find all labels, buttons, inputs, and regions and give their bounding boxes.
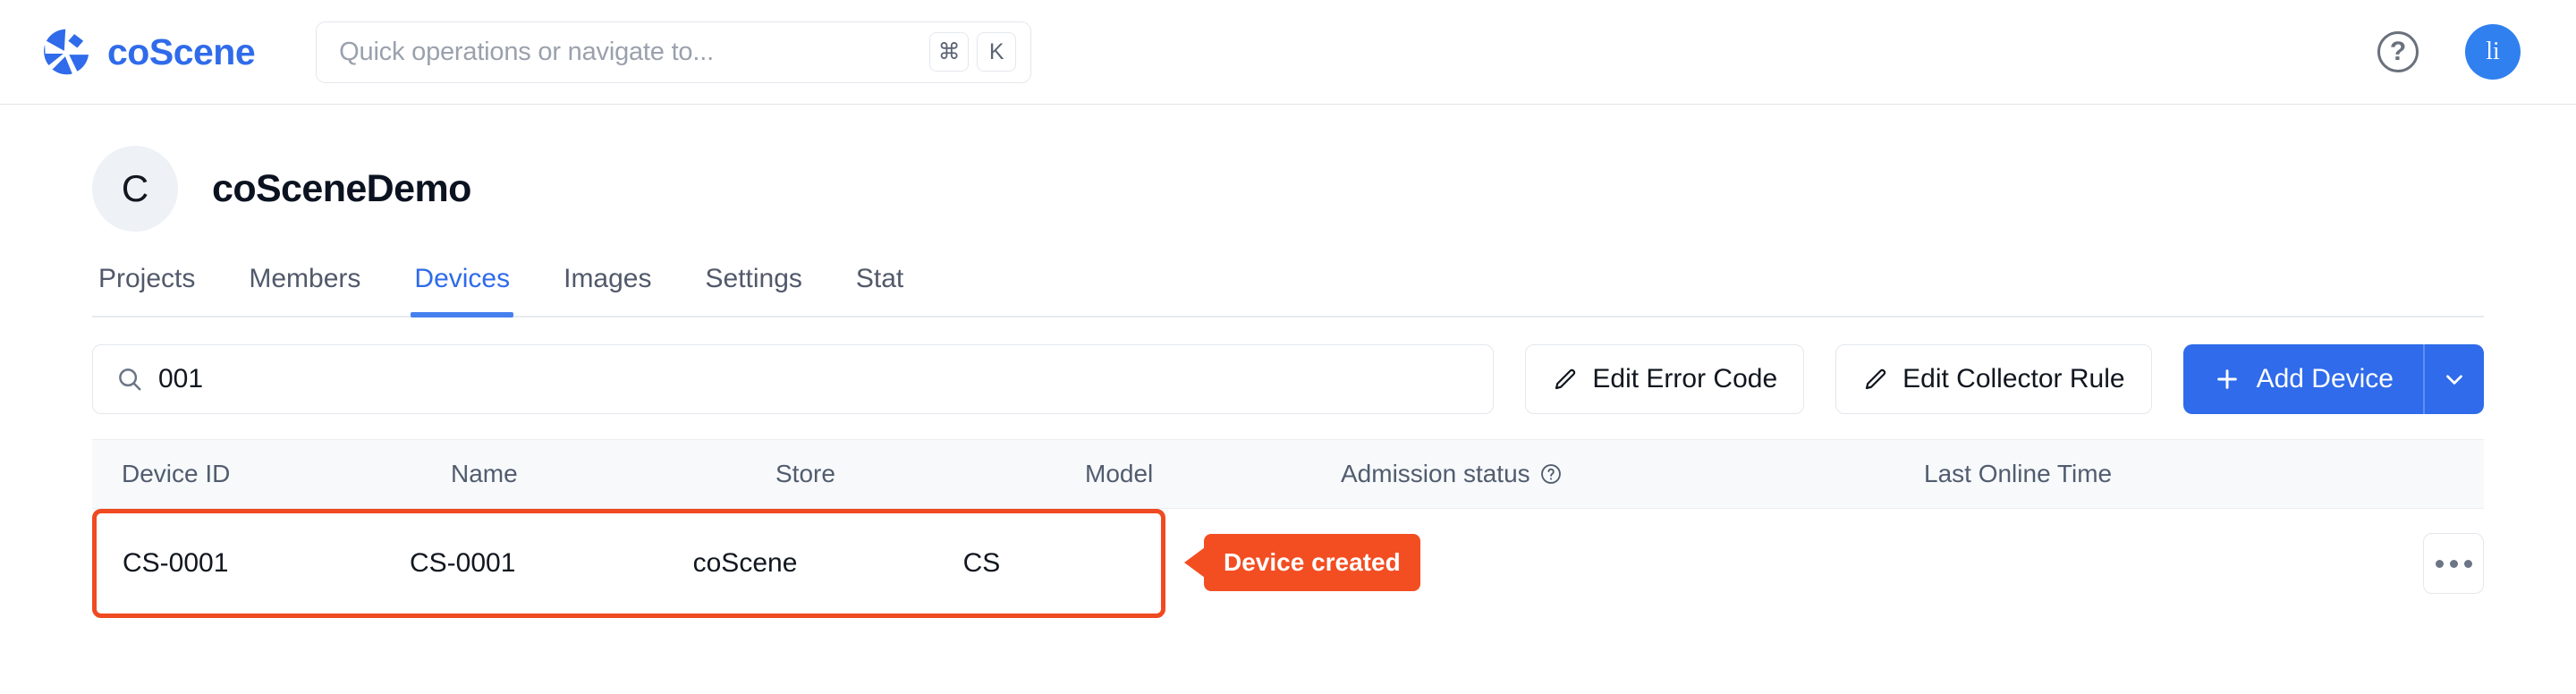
table-row[interactable]: CS-0001 CS-0001 coScene CS xyxy=(92,509,1165,618)
edit-collector-rule-button[interactable]: Edit Collector Rule xyxy=(1835,344,2152,414)
tab-devices[interactable]: Devices xyxy=(387,264,537,317)
help-circle-icon[interactable] xyxy=(1539,462,1563,486)
column-header-last-online-time[interactable]: Last Online Time xyxy=(1894,460,2323,488)
edit-error-code-label: Edit Error Code xyxy=(1592,364,1778,394)
kbd-k-key: K xyxy=(977,32,1017,72)
kbd-command-key: ⌘ xyxy=(929,32,970,72)
add-device-dropdown-toggle[interactable] xyxy=(2423,344,2484,414)
plus-icon xyxy=(2216,369,2237,389)
organization-header: C coSceneDemo xyxy=(92,105,2484,232)
edit-error-code-button[interactable]: Edit Error Code xyxy=(1525,344,1805,414)
coscene-aperture-icon xyxy=(44,29,89,75)
add-device-split-button: Add Device xyxy=(2182,344,2484,414)
global-search-input[interactable]: Quick operations or navigate to... ⌘ K xyxy=(316,21,1032,83)
dot-icon xyxy=(2435,559,2444,568)
top-navigation-bar: coScene Quick operations or navigate to.… xyxy=(0,0,2576,105)
global-search-placeholder: Quick operations or navigate to... xyxy=(339,37,714,66)
user-avatar[interactable]: li xyxy=(2465,24,2521,80)
organization-avatar: C xyxy=(92,146,178,232)
column-header-store[interactable]: Store xyxy=(746,460,1055,488)
tab-stat[interactable]: Stat xyxy=(829,264,930,316)
column-header-name[interactable]: Name xyxy=(421,460,746,488)
table-header-row: Device ID Name Store Model Admission sta… xyxy=(92,439,2484,509)
brand-logo-link[interactable]: coScene xyxy=(41,26,256,78)
annotation-label: Device created xyxy=(1224,548,1401,576)
add-device-label: Add Device xyxy=(2256,364,2394,394)
column-header-model[interactable]: Model xyxy=(1055,460,1311,488)
page-content: C coSceneDemo Projects Members Devices I… xyxy=(0,105,2576,618)
column-header-admission-status-label: Admission status xyxy=(1341,460,1530,487)
cell-store: coScene xyxy=(692,548,798,578)
dot-icon xyxy=(2463,559,2472,568)
pencil-icon xyxy=(1555,368,1576,390)
tab-settings[interactable]: Settings xyxy=(679,264,829,316)
column-header-device-id[interactable]: Device ID xyxy=(92,460,421,488)
cell-model: CS xyxy=(962,548,1001,578)
cell-name: CS-0001 xyxy=(409,548,516,578)
tab-images[interactable]: Images xyxy=(537,264,678,316)
table-body: CS-0001 CS-0001 coScene CS Device create… xyxy=(92,509,2484,618)
section-tabs: Projects Members Devices Images Settings… xyxy=(92,264,2484,317)
chevron-down-icon xyxy=(2446,375,2462,385)
row-more-actions-button[interactable] xyxy=(2423,533,2484,594)
annotation-callout: Device created xyxy=(1204,534,1420,591)
edit-collector-rule-label: Edit Collector Rule xyxy=(1902,364,2125,394)
add-device-button[interactable]: Add Device xyxy=(2182,344,2423,414)
dot-icon xyxy=(2449,559,2458,568)
devices-toolbar: 001 Edit Error Code Edit Collector Rule … xyxy=(92,344,2484,414)
tab-projects[interactable]: Projects xyxy=(92,264,222,316)
help-icon[interactable]: ? xyxy=(2377,31,2419,72)
tab-members[interactable]: Members xyxy=(222,264,387,316)
page-title: coSceneDemo xyxy=(212,166,471,210)
pencil-icon xyxy=(1866,368,1886,390)
top-bar-actions: ? li xyxy=(2377,24,2521,80)
cell-device-id: CS-0001 xyxy=(123,548,229,578)
devices-table: Device ID Name Store Model Admission sta… xyxy=(92,439,2484,618)
column-header-admission-status[interactable]: Admission status xyxy=(1311,460,1894,488)
device-search-value: 001 xyxy=(158,364,204,394)
brand-name: coScene xyxy=(107,30,256,72)
device-search-input[interactable]: 001 xyxy=(92,344,1495,414)
search-icon xyxy=(119,368,141,391)
